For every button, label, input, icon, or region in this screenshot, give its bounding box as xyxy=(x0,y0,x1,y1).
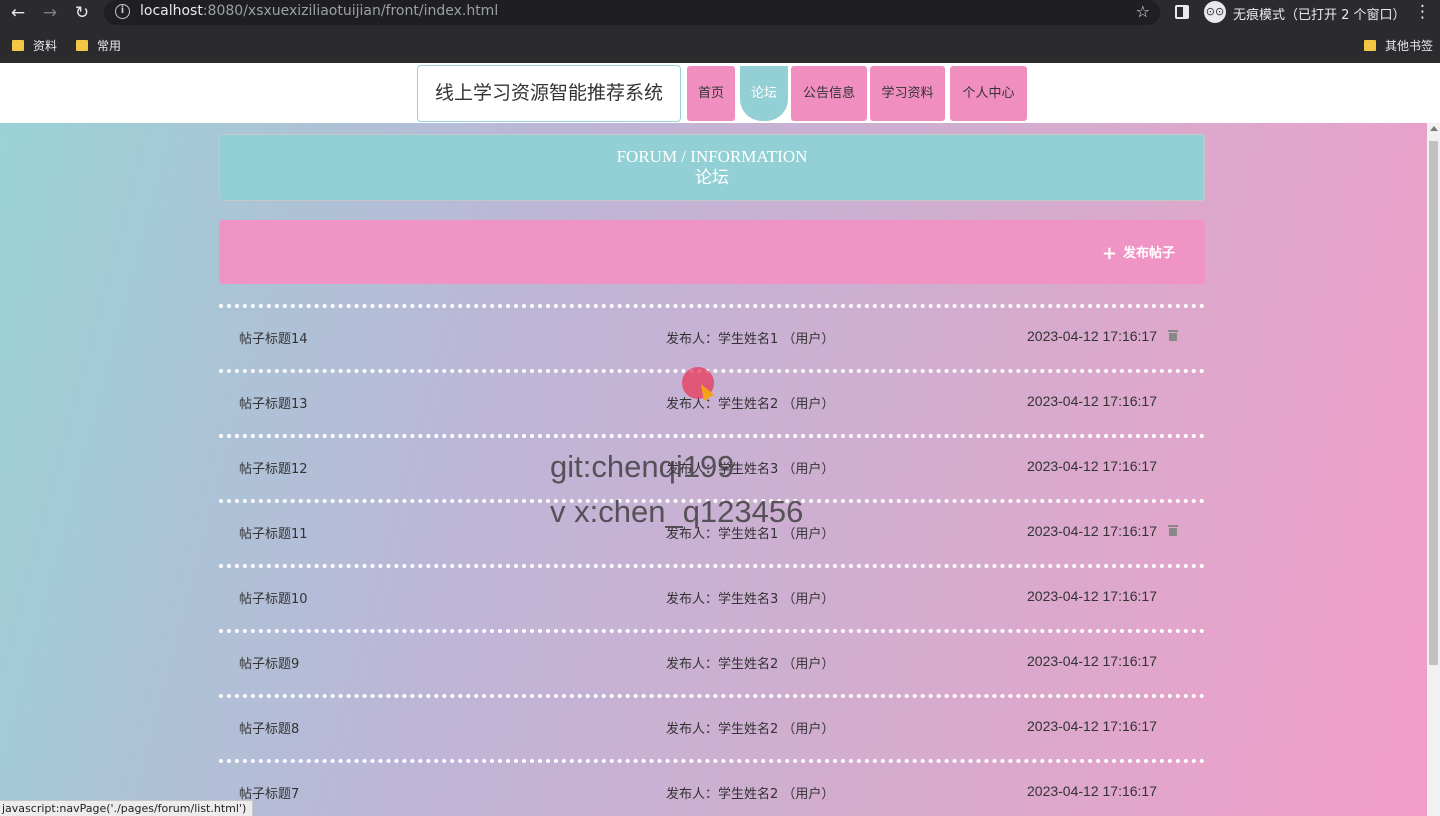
post-title[interactable]: 帖子标题12 xyxy=(239,458,308,477)
forum-content: FORUM / INFORMATION 论坛 + 发布帖子 帖子标题14 发布人：学… xyxy=(0,123,1427,816)
delete-trash-icon[interactable] xyxy=(1168,330,1178,341)
incognito-icon[interactable]: ⊙⊙ xyxy=(1204,1,1226,23)
action-bar: + 发布帖子 xyxy=(219,220,1205,284)
browser-menu-icon[interactable]: ⋮ xyxy=(1414,2,1431,22)
post-time: 2023-04-12 17:16:17 xyxy=(1027,783,1157,799)
post-author: 发布人：学生姓名1 （用户） xyxy=(666,332,835,347)
scroll-thumb[interactable] xyxy=(1429,141,1438,665)
back-icon[interactable]: ← xyxy=(7,2,29,24)
nav-forum[interactable]: 论坛 xyxy=(740,66,788,121)
post-author: 发布人：学生姓名2 （用户） xyxy=(666,722,835,737)
post-author: 发布人：学生姓名1 （用户） xyxy=(666,527,835,542)
other-bookmarks-label: 其他书签 xyxy=(1385,39,1434,53)
site-info-icon[interactable]: i xyxy=(115,4,130,19)
status-bar-url: javascript:navPage('./pages/forum/list.h… xyxy=(0,800,254,816)
page-scrollbar[interactable] xyxy=(1427,123,1440,816)
url-path: :8080/xsxuexiziliaotuijian/front/index.h… xyxy=(202,3,499,19)
post-row[interactable]: 帖子标题8 发布人：学生姓名2 （用户） 2023-04-12 17:16:17 xyxy=(219,694,1205,759)
post-title[interactable]: 帖子标题8 xyxy=(239,718,299,737)
site-header: 线上学习资源智能推荐系统 首页 论坛 公告信息 学习资料 个人中心 xyxy=(0,63,1440,123)
post-title[interactable]: 帖子标题14 xyxy=(239,328,308,347)
nav-announcements[interactable]: 公告信息 xyxy=(791,66,867,121)
post-time: 2023-04-12 17:16:17 xyxy=(1027,588,1157,604)
trash-lid xyxy=(1168,525,1178,527)
post-row[interactable]: 帖子标题11 发布人：学生姓名1 （用户） 2023-04-12 17:16:17 xyxy=(219,499,1205,564)
post-title[interactable]: 帖子标题9 xyxy=(239,653,299,672)
browser-toolbar: ← → ↻ i localhost:8080/xsxuexiziliaotuij… xyxy=(0,0,1440,26)
bookmarks-bar: 资料 常用 其他书签 xyxy=(0,32,1440,60)
other-bookmarks[interactable]: 其他书签 xyxy=(1364,37,1433,54)
trash-lid xyxy=(1168,330,1178,332)
section-title-zh: 论坛 xyxy=(695,168,729,188)
url-host: localhost xyxy=(140,3,203,19)
post-author: 发布人：学生姓名3 （用户） xyxy=(666,462,835,477)
post-time: 2023-04-12 17:16:17 xyxy=(1027,523,1157,539)
post-author: 发布人：学生姓名2 （用户） xyxy=(666,657,835,672)
address-bar[interactable]: i localhost:8080/xsxuexiziliaotuijian/fr… xyxy=(104,0,1160,25)
bookmark-folder-ziliao[interactable]: 资料 xyxy=(12,37,57,54)
delete-trash-icon[interactable] xyxy=(1168,525,1178,536)
nav-study-materials[interactable]: 学习资料 xyxy=(870,66,945,121)
nav-personal-center[interactable]: 个人中心 xyxy=(950,66,1027,121)
add-post-button[interactable]: + 发布帖子 xyxy=(1102,242,1175,264)
post-time: 2023-04-12 17:16:17 xyxy=(1027,718,1157,734)
scroll-up-arrow-icon[interactable] xyxy=(1430,126,1438,131)
folder-icon xyxy=(1364,40,1376,51)
post-title[interactable]: 帖子标题13 xyxy=(239,393,308,412)
bookmark-label: 常用 xyxy=(97,39,122,53)
trash-can xyxy=(1169,333,1177,341)
section-title-en: FORUM / INFORMATION xyxy=(616,147,808,166)
add-post-label: 发布帖子 xyxy=(1122,246,1175,261)
post-time: 2023-04-12 17:16:17 xyxy=(1027,653,1157,669)
post-title[interactable]: 帖子标题10 xyxy=(239,588,308,607)
bookmark-star-icon[interactable]: ☆ xyxy=(1136,2,1150,21)
bookmark-folder-changyong[interactable]: 常用 xyxy=(76,37,121,54)
post-row[interactable]: 帖子标题7 发布人：学生姓名2 （用户） 2023-04-12 17:16:17 xyxy=(219,759,1205,816)
site-logo[interactable]: 线上学习资源智能推荐系统 xyxy=(417,65,681,122)
browser-chrome: ← → ↻ i localhost:8080/xsxuexiziliaotuij… xyxy=(0,0,1440,63)
post-author: 发布人：学生姓名3 （用户） xyxy=(666,592,835,607)
folder-icon xyxy=(76,40,88,51)
address-url[interactable]: localhost:8080/xsxuexiziliaotuijian/fron… xyxy=(140,3,498,19)
incognito-label[interactable]: 无痕模式（已打开 2 个窗口） xyxy=(1233,4,1406,23)
post-author: 发布人：学生姓名2 （用户） xyxy=(666,787,835,802)
plus-icon: + xyxy=(1101,243,1117,264)
post-time: 2023-04-12 17:16:17 xyxy=(1027,393,1157,409)
folder-icon xyxy=(12,40,24,51)
section-title: FORUM / INFORMATION 论坛 xyxy=(219,134,1205,201)
post-row[interactable]: 帖子标题10 发布人：学生姓名3 （用户） 2023-04-12 17:16:17 xyxy=(219,564,1205,629)
post-time: 2023-04-12 17:16:17 xyxy=(1027,458,1157,474)
trash-can xyxy=(1169,528,1177,536)
post-time: 2023-04-12 17:16:17 xyxy=(1027,328,1157,344)
forward-icon[interactable]: → xyxy=(39,2,61,24)
post-row[interactable]: 帖子标题12 发布人：学生姓名3 （用户） 2023-04-12 17:16:17 xyxy=(219,434,1205,499)
bookmark-label: 资料 xyxy=(33,39,58,53)
nav-home[interactable]: 首页 xyxy=(687,66,735,121)
post-row[interactable]: 帖子标题9 发布人：学生姓名2 （用户） 2023-04-12 17:16:17 xyxy=(219,629,1205,694)
reload-icon[interactable]: ↻ xyxy=(71,2,93,24)
post-title[interactable]: 帖子标题11 xyxy=(239,523,308,542)
post-row[interactable]: 帖子标题14 发布人：学生姓名1 （用户） 2023-04-12 17:16:17 xyxy=(219,304,1205,369)
side-panel-icon[interactable] xyxy=(1175,5,1189,19)
